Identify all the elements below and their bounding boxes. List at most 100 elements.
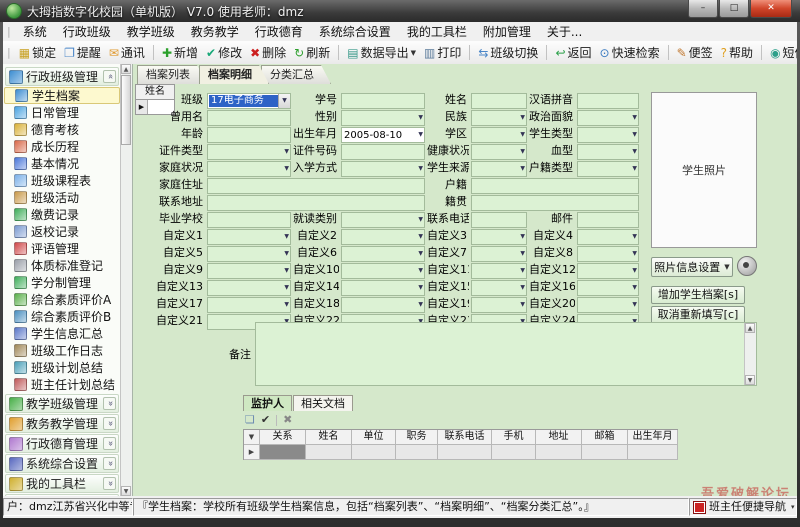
guardian-cell-8[interactable]: [628, 445, 678, 460]
field-custom1[interactable]: ▼: [207, 229, 291, 245]
field-health[interactable]: ▼: [471, 144, 527, 160]
sidebar-group-moral-edu-mgmt[interactable]: 行政德育管理 »: [5, 434, 119, 453]
field-household[interactable]: [471, 178, 639, 194]
guardian-column-6[interactable]: 地址: [536, 430, 582, 445]
field-custom2[interactable]: ▼: [341, 229, 425, 245]
menu-item-0[interactable]: 系统: [15, 22, 55, 41]
scroll-down-icon[interactable]: ▼: [745, 375, 755, 385]
guardian-cell-4[interactable]: [438, 445, 492, 460]
guardian-column-1[interactable]: 姓名: [306, 430, 352, 445]
field-name[interactable]: [471, 93, 527, 109]
field-custom10[interactable]: ▼: [341, 263, 425, 279]
field-custom17[interactable]: ▼: [207, 297, 291, 313]
field-household-type[interactable]: ▼: [577, 161, 639, 177]
sidebar-item-8[interactable]: 返校记录: [4, 223, 120, 240]
title-bar[interactable]: 大拇指数字化校园（单机版） V7.0 使用老师：dmz – □ ✕: [0, 0, 800, 22]
sidebar-item-7[interactable]: 缴费记录: [4, 206, 120, 223]
field-student-type[interactable]: ▼: [577, 127, 639, 143]
field-student-source[interactable]: ▼: [471, 161, 527, 177]
sidebar-item-0[interactable]: 学生档案: [4, 87, 120, 104]
field-custom3[interactable]: ▼: [471, 229, 527, 245]
field-custom6[interactable]: ▼: [341, 246, 425, 262]
toolbar-remind-button[interactable]: ❐ 提醒: [60, 42, 105, 63]
field-custom19[interactable]: ▼: [471, 297, 527, 313]
sidebar-item-9[interactable]: 评语管理: [4, 240, 120, 257]
field-graduate-school[interactable]: [207, 212, 291, 228]
guardian-cell-0[interactable]: [260, 445, 306, 460]
guardian-column-2[interactable]: 单位: [352, 430, 396, 445]
toolbar-export-button[interactable]: ▤ 数据导出 ▼: [343, 42, 420, 63]
chevron-down-icon[interactable]: »: [103, 417, 116, 430]
remarks-textarea[interactable]: ▲ ▼: [255, 322, 757, 386]
toolbar-delete-button[interactable]: ✖ 删除: [246, 42, 290, 63]
guardian-cell-2[interactable]: [352, 445, 396, 460]
chevron-up-icon[interactable]: «: [103, 70, 116, 83]
sidebar-item-3[interactable]: 成长历程: [4, 138, 120, 155]
sidebar-item-6[interactable]: 班级活动: [4, 189, 120, 206]
maximize-button[interactable]: □: [719, 0, 749, 18]
menu-item-2[interactable]: 教学班级: [119, 22, 183, 41]
field-former-name[interactable]: [207, 110, 291, 126]
field-custom4[interactable]: ▼: [577, 229, 639, 245]
field-age[interactable]: [207, 127, 291, 143]
webcam-icon[interactable]: [737, 256, 757, 276]
toolbar-note-button[interactable]: ✎ 便签: [673, 42, 717, 63]
sidebar-item-15[interactable]: 班级工作日志: [4, 342, 120, 359]
field-custom11[interactable]: ▼: [471, 263, 527, 279]
tab-0[interactable]: 档案列表: [137, 65, 207, 84]
field-contact-address[interactable]: [207, 195, 425, 211]
toolbar-back-button[interactable]: ↩ 返回: [551, 42, 595, 63]
sidebar-item-12[interactable]: 综合素质评价A: [4, 291, 120, 308]
chevron-down-icon[interactable]: »: [103, 457, 116, 470]
field-custom8[interactable]: ▼: [577, 246, 639, 262]
guardian-column-8[interactable]: 出生年月: [628, 430, 678, 445]
toolbar-quick-search-button[interactable]: ⊙ 快速检索: [596, 42, 664, 63]
field-family-status[interactable]: ▼: [207, 161, 291, 177]
guardian-column-7[interactable]: 邮箱: [582, 430, 628, 445]
menu-item-5[interactable]: 系统综合设置: [311, 22, 399, 41]
guardian-cell-7[interactable]: [582, 445, 628, 460]
add-student-record-button[interactable]: 增加学生档案[s]: [651, 286, 745, 304]
sidebar-group-teaching-class-mgmt[interactable]: 教学班级管理 »: [5, 394, 119, 413]
sidebar-item-13[interactable]: 综合素质评价B: [4, 308, 120, 325]
tab-1[interactable]: 档案明细: [199, 65, 269, 84]
field-enroll-method[interactable]: ▼: [341, 161, 425, 177]
insert-icon[interactable]: ❏: [245, 414, 255, 426]
minimize-button[interactable]: –: [688, 0, 718, 18]
field-student-id[interactable]: [341, 93, 425, 109]
menu-item-7[interactable]: 附加管理: [475, 22, 539, 41]
scrollbar-thumb[interactable]: [121, 75, 131, 145]
toolbar-modify-button[interactable]: ✔ 修改: [202, 42, 246, 63]
field-custom9[interactable]: ▼: [207, 263, 291, 279]
menu-item-6[interactable]: 我的工具栏: [399, 22, 475, 41]
field-class[interactable]: 17电子商务 ▼: [207, 93, 291, 109]
sidebar-item-11[interactable]: 学分制管理: [4, 274, 120, 291]
guardian-tab-0[interactable]: 监护人: [243, 395, 292, 411]
sidebar-group-my-toolbar[interactable]: 我的工具栏 »: [5, 474, 119, 493]
field-id-number[interactable]: [341, 144, 425, 160]
field-custom14[interactable]: ▼: [341, 280, 425, 296]
sidebar-item-10[interactable]: 体质标准登记: [4, 257, 120, 274]
field-study-category[interactable]: ▼: [341, 212, 425, 228]
remarks-scrollbar[interactable]: ▲ ▼: [744, 323, 756, 385]
toolbar-help-button[interactable]: ? 帮助: [717, 42, 757, 63]
guardian-column-0[interactable]: 关系: [260, 430, 306, 445]
field-home-address[interactable]: [207, 178, 425, 194]
guardian-column-4[interactable]: 联系电话: [438, 430, 492, 445]
field-email[interactable]: [577, 212, 639, 228]
toolbar-add-button[interactable]: ✚ 新增: [158, 42, 202, 63]
sidebar-item-16[interactable]: 班级计划总结: [4, 359, 120, 376]
field-custom18[interactable]: ▼: [341, 297, 425, 313]
guardian-data-row[interactable]: ▶: [244, 445, 678, 460]
menu-item-8[interactable]: 关于...: [539, 22, 590, 41]
toolbar-print-button[interactable]: ▥ 打印: [420, 42, 465, 63]
photo-settings-button[interactable]: 照片信息设置 ▼: [651, 257, 733, 277]
toolbar-message-button[interactable]: ✉ 通讯: [105, 42, 149, 63]
sidebar-item-2[interactable]: 德育考核: [4, 121, 120, 138]
cancel-icon[interactable]: ✖: [283, 414, 292, 426]
field-custom15[interactable]: ▼: [471, 280, 527, 296]
field-custom13[interactable]: ▼: [207, 280, 291, 296]
close-button[interactable]: ✕: [750, 0, 792, 18]
guardian-column-5[interactable]: 手机: [492, 430, 536, 445]
scroll-up-icon[interactable]: ▲: [745, 323, 755, 333]
